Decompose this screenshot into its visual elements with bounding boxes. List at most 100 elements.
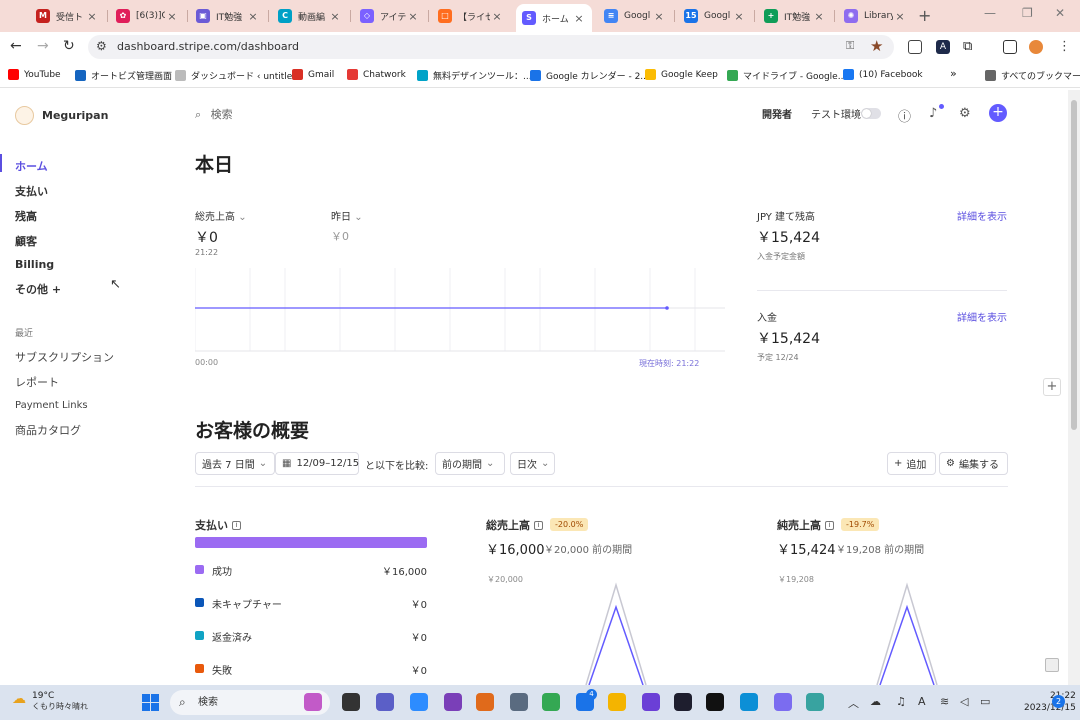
info-icon[interactable]: i	[825, 520, 834, 530]
date-picker[interactable]: ▦ 12/09–12/15	[275, 452, 359, 475]
close-window-icon[interactable]: ✕	[1055, 6, 1065, 20]
global-search[interactable]: ⌕ 検索	[195, 106, 233, 122]
widgets-icon[interactable]	[304, 693, 322, 711]
extensions-puzzle-icon[interactable]: ⧉	[963, 40, 977, 54]
info-icon[interactable]: i	[534, 520, 543, 530]
sidebar-item-billing[interactable]: Billing	[15, 258, 54, 271]
tab-close-icon[interactable]: ×	[246, 10, 260, 23]
reload-icon[interactable]: ↻	[63, 38, 75, 54]
tab-close-icon[interactable]: ×	[328, 10, 342, 23]
task-view-icon[interactable]	[342, 693, 360, 711]
sidebar-item-payments[interactable]: 支払い	[15, 183, 48, 199]
snipping-tool-icon[interactable]	[444, 693, 462, 711]
minimize-icon[interactable]: —	[984, 6, 996, 20]
browser-menu-icon[interactable]: ⋮	[1058, 40, 1072, 54]
compare-select[interactable]: 前の期間 ⌄	[435, 452, 505, 475]
edit-layout-button[interactable]: ⚙ 編集する	[939, 452, 1008, 475]
tray-overflow-icon[interactable]: ︿	[848, 695, 859, 711]
new-tab-button[interactable]: +	[918, 6, 931, 25]
bookmark-item[interactable]: (10) Facebook	[843, 69, 923, 80]
sidebar-item-product-catalog[interactable]: 商品カタログ	[15, 422, 81, 438]
bookmark-item[interactable]: ダッシュボード ‹ untitle...	[175, 69, 301, 82]
extension-screen-icon[interactable]	[908, 40, 922, 54]
net-card-title[interactable]: 純売上高 i	[777, 517, 834, 533]
payout-details-link[interactable]: 詳細を表示	[957, 309, 1007, 324]
bookmark-item[interactable]: すべてのブックマーク	[985, 69, 1080, 82]
browser-tab[interactable]: S ホーム - ×	[516, 4, 592, 32]
payments-legend-row[interactable]: 未キャプチャー ￥0	[195, 596, 427, 611]
bookmark-star-icon[interactable]: ★	[870, 37, 883, 55]
browser-tab[interactable]: ≡ Googl ×	[598, 4, 672, 28]
back-icon[interactable]: ←	[10, 38, 22, 54]
teams-icon[interactable]	[376, 693, 394, 711]
bookmark-item[interactable]: Chatwork	[347, 69, 406, 80]
add-widget-button[interactable]: + 追加	[887, 452, 936, 475]
tab-close-icon[interactable]: ×	[490, 10, 504, 23]
app-flower-icon[interactable]	[774, 693, 792, 711]
account-switcher[interactable]: Meguripan	[15, 106, 108, 125]
zoom-icon[interactable]	[410, 693, 428, 711]
clipchamp-icon[interactable]	[642, 693, 660, 711]
more-bookmarks-icon[interactable]: »	[950, 67, 957, 80]
site-info-icon[interactable]: ⚙	[96, 39, 107, 53]
edge-icon[interactable]	[740, 693, 758, 711]
wifi-icon[interactable]: ≋	[940, 695, 949, 708]
browser-tab[interactable]: ✺ Library ×	[838, 4, 913, 28]
browser-tab[interactable]: C 動画編 ×	[272, 4, 348, 28]
bookmark-item[interactable]: Google Keep	[645, 69, 718, 80]
sidebar-item-customers[interactable]: 顧客	[15, 233, 37, 249]
settings-gear-icon[interactable]: ⚙	[959, 106, 971, 121]
restore-icon[interactable]: ❐	[1022, 6, 1033, 20]
gross-volume-selector[interactable]: 総売上高 ⌄	[195, 208, 247, 223]
browser-tab[interactable]: □ 【ライセ ×	[432, 4, 510, 28]
forward-icon[interactable]: →	[37, 38, 49, 54]
sidebar-item-more[interactable]: その他 +	[15, 281, 61, 297]
side-panel-icon[interactable]	[1003, 40, 1017, 54]
notification-bell-icon[interactable]: ♪	[929, 106, 937, 121]
scrollbar-thumb[interactable]	[1071, 100, 1077, 430]
test-mode-toggle[interactable]	[861, 108, 881, 119]
payments-legend-row[interactable]: 失敗 ￥0	[195, 662, 427, 677]
extension-a-icon[interactable]: A	[936, 40, 950, 54]
yesterday-selector[interactable]: 昨日 ⌄	[331, 208, 363, 223]
volume-icon[interactable]: ◁	[960, 695, 968, 708]
browser-tab[interactable]: ◇ アイテム×	[354, 4, 426, 28]
tab-close-icon[interactable]: ×	[652, 10, 666, 23]
payments-card-title[interactable]: 支払い i	[195, 517, 241, 533]
tab-close-icon[interactable]: ×	[893, 10, 907, 23]
info-icon[interactable]: i	[232, 520, 241, 530]
settings-icon[interactable]	[510, 693, 528, 711]
browser-tab[interactable]: + IT勉強 ×	[758, 4, 832, 28]
profile-avatar[interactable]	[1029, 40, 1043, 54]
notification-count[interactable]: 2	[1052, 695, 1065, 708]
system-clock[interactable]: 21:22 2023/12/15	[1024, 690, 1076, 714]
password-key-icon[interactable]: ⚿	[846, 39, 854, 53]
bookmark-item[interactable]: Gmail	[292, 69, 334, 80]
date-range-select[interactable]: 過去 7 日間 ⌄	[195, 452, 275, 475]
chrome-icon[interactable]	[542, 693, 560, 711]
balance-details-link[interactable]: 詳細を表示	[957, 208, 1007, 223]
side-panel-add-icon[interactable]: +	[1043, 378, 1061, 396]
bookmark-item[interactable]: オートビズ管理画面	[75, 69, 172, 82]
tab-close-icon[interactable]: ×	[165, 10, 179, 23]
interval-select[interactable]: 日次 ⌄	[510, 452, 555, 475]
page-scrollbar[interactable]	[1068, 90, 1080, 685]
browser-tab[interactable]: ✿ [6(3)]C ×	[110, 4, 185, 28]
create-plus-button[interactable]: +	[989, 104, 1007, 122]
onedrive-cloud-icon[interactable]: ☁	[870, 695, 881, 708]
gross-card-title[interactable]: 総売上高 i	[486, 517, 543, 533]
bookmark-item[interactable]: 無料デザインツール：...	[417, 69, 532, 82]
bookmark-item[interactable]: YouTube	[8, 69, 61, 80]
microphone-icon[interactable]: ♫	[896, 695, 906, 708]
payments-legend-row[interactable]: 成功 ￥16,000	[195, 563, 427, 578]
side-panel-image-icon[interactable]	[1045, 658, 1059, 672]
tab-close-icon[interactable]: ×	[572, 12, 586, 25]
tab-close-icon[interactable]: ×	[406, 10, 420, 23]
bookmark-item[interactable]: マイドライブ - Google...	[727, 69, 846, 82]
file-explorer-icon[interactable]	[608, 693, 626, 711]
bookmark-item[interactable]: Google カレンダー - 2...	[530, 69, 649, 82]
toolbox-icon[interactable]	[476, 693, 494, 711]
weather-widget[interactable]: ☁ 19°C くもり時々晴れ	[12, 691, 88, 712]
tab-close-icon[interactable]: ×	[732, 10, 746, 23]
browser-tab[interactable]: M 受信トレ×	[30, 4, 105, 28]
